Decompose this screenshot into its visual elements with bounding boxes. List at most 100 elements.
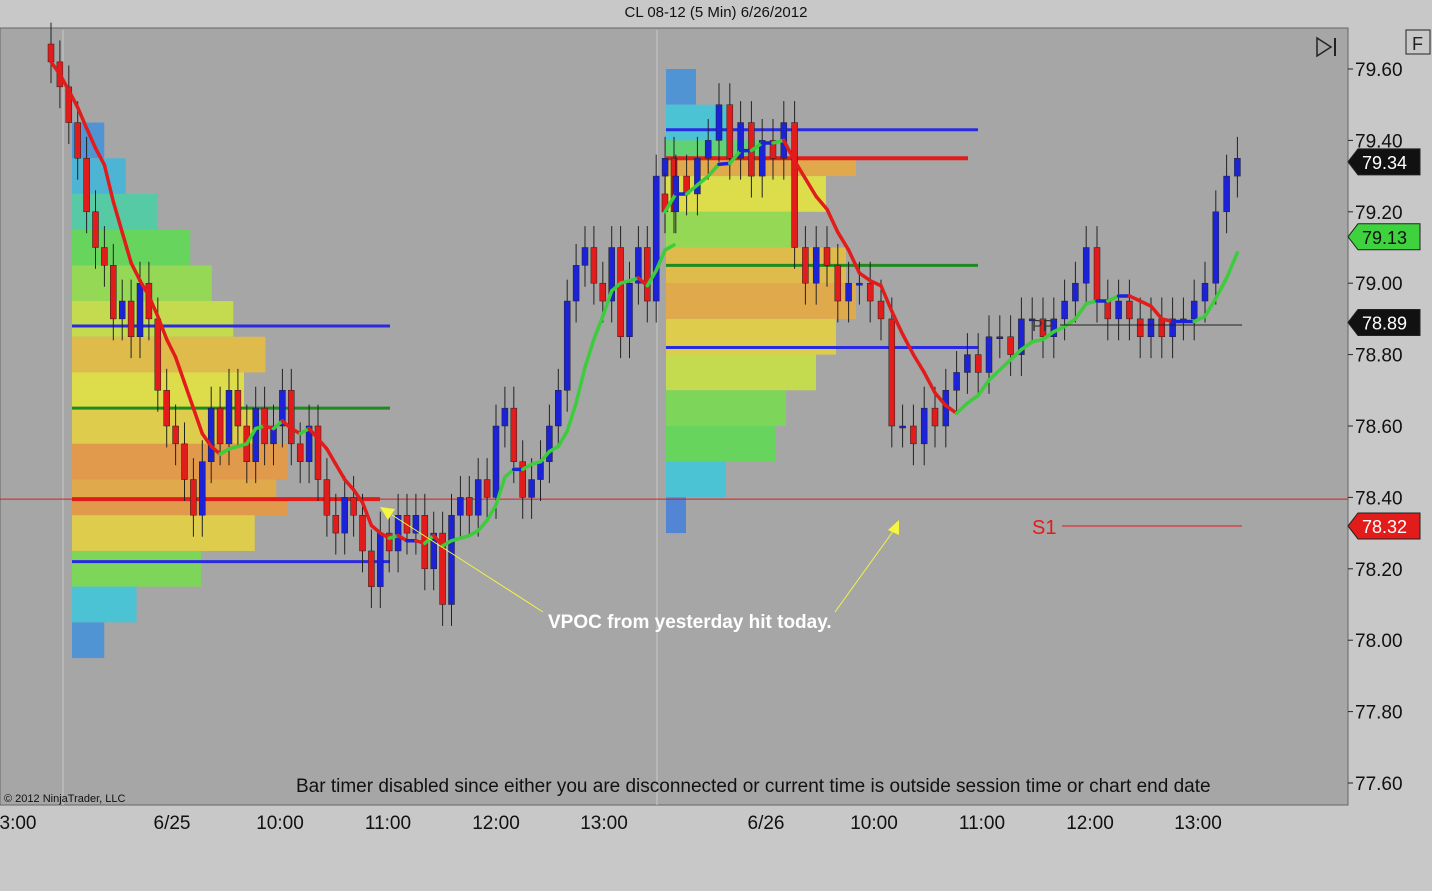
- candle-body-1-32: [332, 515, 340, 534]
- status-message: Bar timer disabled since either you are …: [296, 776, 1211, 797]
- candle-body-1-55: [537, 461, 544, 480]
- candle-body-2-32: [1007, 336, 1014, 355]
- candle-body-1-12: [154, 318, 162, 391]
- price-badge-1: 79.13: [1362, 228, 1407, 248]
- ytick-label-3: 79.00: [1355, 274, 1403, 295]
- candle-body-1-6: [101, 247, 108, 266]
- candle-body-1-36: [368, 550, 375, 587]
- ytick-label-2: 79.20: [1355, 203, 1403, 224]
- candle-body-2-38: [1072, 282, 1079, 302]
- candle-body-1-57: [555, 390, 562, 427]
- profile-bar-2-5: [666, 211, 796, 248]
- candle-body-2-25: [931, 407, 939, 427]
- f-button[interactable]: F: [1405, 29, 1431, 55]
- candle-body-1-51: [501, 407, 509, 427]
- ytick-label-7: 78.20: [1355, 560, 1403, 581]
- candle-body-1-8: [118, 300, 126, 320]
- xtick-label-0: 3:00: [0, 813, 36, 834]
- profile-bar-1-1: [72, 158, 126, 194]
- xtick-label-6: 6/26: [748, 813, 785, 834]
- ytick-label-10: 77.60: [1355, 774, 1403, 795]
- profile-bar-2-8: [666, 318, 836, 355]
- candle-body-2-45: [1147, 318, 1155, 337]
- ytick-label-9: 77.80: [1355, 703, 1403, 724]
- profile-bar-2-13: [666, 497, 686, 534]
- profile-bar-2-11: [666, 426, 776, 462]
- xtick-label-3: 11:00: [365, 813, 411, 834]
- candle-body-2-37: [1061, 300, 1068, 320]
- xtick-label-7: 10:00: [850, 813, 898, 834]
- candle-body-2-39: [1082, 247, 1090, 284]
- xtick-label-4: 12:00: [472, 813, 520, 834]
- candle-body-2-18: [856, 282, 863, 286]
- xtick-label-1: 6/25: [154, 813, 191, 834]
- candle-body-1-21: [234, 390, 242, 427]
- ytick-label-6: 78.40: [1355, 488, 1403, 509]
- candle-body-1-18: [207, 407, 215, 462]
- vpoc-note: VPOC from yesterday hit today.: [548, 612, 832, 633]
- candle-body-2-29: [974, 354, 982, 373]
- candle-body-1-50: [492, 425, 500, 498]
- candle-body-2-49: [1190, 300, 1198, 320]
- price-badge-2: 78.89: [1362, 313, 1407, 333]
- candle-body-2-46: [1158, 318, 1166, 337]
- candle-body-2-24: [920, 407, 928, 445]
- candle-body-2-17: [845, 282, 852, 302]
- price-badge-0: 79.34: [1362, 153, 1407, 173]
- candle-body-1-58: [563, 300, 571, 391]
- candle-body-1-60: [581, 247, 589, 266]
- profile-bar-2-12: [666, 461, 726, 498]
- candle-body-1-35: [359, 515, 366, 552]
- candle-body-2-6: [726, 104, 734, 159]
- candle-body-1-33: [341, 497, 348, 534]
- candle-body-1-17: [199, 461, 206, 516]
- profile-bar-1-15: [72, 622, 105, 659]
- profile-bar-1-13: [72, 550, 201, 587]
- candle-body-2-16: [834, 265, 842, 302]
- copyright: © 2012 NinjaTrader, LLC: [4, 793, 125, 805]
- candle-body-1-31: [323, 479, 331, 516]
- profile-bar-1-10: [72, 479, 277, 500]
- price-chart[interactable]: 79.6079.4079.2079.0078.8078.6078.4078.20…: [0, 0, 1432, 891]
- candle-body-1-34: [350, 497, 357, 516]
- candle-body-1-59: [572, 265, 580, 302]
- candle-body-1-37: [377, 532, 384, 587]
- candle-body-1-10: [136, 282, 144, 338]
- candle-body-1-27: [288, 390, 295, 445]
- f-button-label: F: [1412, 34, 1423, 54]
- candle-body-1-13: [163, 390, 170, 427]
- candle-body-1-65: [626, 282, 633, 338]
- candle-body-2-44: [1136, 318, 1144, 337]
- candle-body-1-49: [483, 479, 491, 498]
- candle-body-1-46: [457, 497, 464, 516]
- candle-body-2-40: [1093, 247, 1101, 302]
- pp-label: PP: [1032, 318, 1053, 335]
- ytick-label-8: 78.00: [1355, 631, 1403, 652]
- candle-body-2-19: [866, 282, 874, 302]
- candle-body-1-5: [92, 211, 99, 248]
- candle-body-1-20: [225, 390, 233, 445]
- candle-body-1-4: [83, 158, 90, 213]
- profile-bar-2-9: [666, 354, 816, 391]
- candle-body-2-4: [704, 140, 712, 159]
- candle-body-1-7: [110, 265, 117, 320]
- profile-bar-2-0: [666, 69, 696, 105]
- x-axis: 3:00 6/25 10:00 11:00 12:00 13:00 6/26 10:00 11:…: [0, 813, 1222, 834]
- ytick-label-4: 78.80: [1355, 346, 1403, 367]
- candle-body-1-0: [47, 43, 55, 63]
- candle-body-2-53: [1234, 158, 1241, 177]
- candle-body-2-15: [823, 247, 831, 266]
- candle-body-2-20: [877, 300, 885, 320]
- candle-body-2-52: [1223, 175, 1230, 213]
- candle-body-2-28: [964, 354, 971, 373]
- candle-body-1-15: [181, 443, 188, 480]
- ytick-label-5: 78.60: [1355, 417, 1403, 438]
- candle-body-1-47: [466, 497, 473, 516]
- candle-body-1-64: [617, 247, 624, 337]
- candle-body-1-48: [474, 479, 482, 516]
- candle-body-2-27: [953, 372, 960, 391]
- candle-body-2-12: [791, 122, 798, 248]
- candle-body-2-43: [1126, 300, 1133, 320]
- profile-bar-1-14: [72, 586, 137, 623]
- candle-body-2-30: [985, 336, 993, 373]
